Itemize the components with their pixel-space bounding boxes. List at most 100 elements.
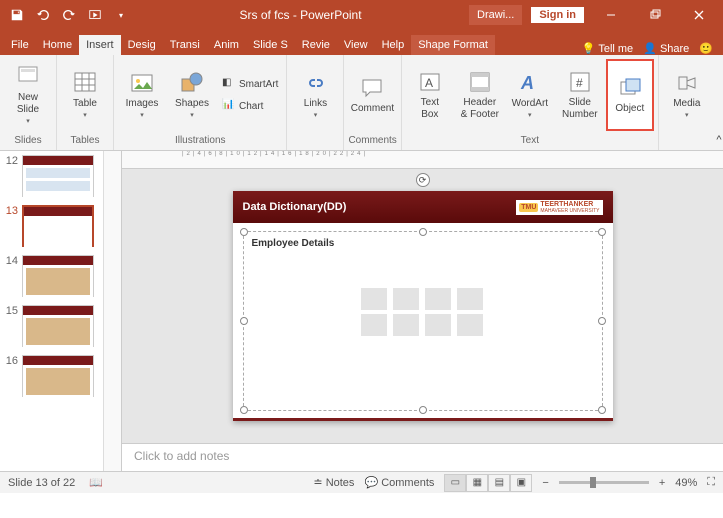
zoom-out-icon[interactable]: − bbox=[542, 477, 548, 489]
placeholder-icons[interactable] bbox=[361, 288, 485, 336]
shapes-button[interactable]: Shapes▾ bbox=[168, 59, 216, 131]
ruler-horizontal: |2|4|6|8|10|12|14|16|18|20|22|24| bbox=[122, 151, 723, 169]
comment-button[interactable]: Comment bbox=[348, 59, 396, 131]
handle-tr[interactable] bbox=[598, 228, 606, 236]
tab-shape-format[interactable]: Shape Format bbox=[411, 35, 495, 55]
slide-number-button[interactable]: # Slide Number bbox=[556, 59, 604, 131]
tab-view[interactable]: View bbox=[337, 35, 375, 55]
handle-mr[interactable] bbox=[598, 317, 606, 325]
zoom-level[interactable]: 49% bbox=[675, 477, 697, 489]
group-text: A Text Box Header & Footer A WordArt▾ # … bbox=[402, 55, 659, 150]
table-button[interactable]: Table▾ bbox=[61, 59, 109, 131]
spell-check-icon[interactable]: 📖 bbox=[89, 476, 103, 489]
group-label-slides: Slides bbox=[4, 133, 52, 148]
group-label-media bbox=[663, 133, 711, 148]
handle-tc[interactable] bbox=[419, 228, 427, 236]
tell-me-icon[interactable]: 💡 Tell me bbox=[582, 42, 633, 55]
emoji-icon[interactable]: 🙂 bbox=[699, 42, 713, 55]
tab-help[interactable]: Help bbox=[375, 35, 412, 55]
text-box-button[interactable]: A Text Box bbox=[406, 59, 454, 131]
status-bar: Slide 13 of 22 📖 ≐ Notes 💬 Comments ▭ ▦ … bbox=[0, 471, 723, 493]
tab-insert[interactable]: Insert bbox=[79, 35, 121, 55]
comment-icon bbox=[359, 75, 385, 101]
thumb-13: 13 bbox=[2, 205, 101, 247]
object-button[interactable]: Object bbox=[606, 59, 654, 131]
current-slide[interactable]: Data Dictionary(DD) TMU TEERTHANKERMAHAV… bbox=[233, 191, 613, 421]
handle-bc[interactable] bbox=[419, 406, 427, 414]
header-footer-button[interactable]: Header & Footer bbox=[456, 59, 504, 131]
fit-to-window-icon[interactable]: ⛶ bbox=[707, 476, 715, 489]
thumb-14: 14 bbox=[2, 255, 101, 297]
thumb-12: 12 bbox=[2, 155, 101, 197]
workspace: 12 13 14 15 16 |2|4|6|8|10|12|14|16|18|2… bbox=[0, 151, 723, 471]
group-slides: New Slide▾ Slides bbox=[0, 55, 57, 150]
context-tab-drawing[interactable]: Drawi... bbox=[469, 5, 522, 25]
zoom-in-icon[interactable]: + bbox=[659, 477, 665, 489]
content-placeholder[interactable]: Employee Details bbox=[243, 231, 603, 411]
slide-thumbnails[interactable]: 12 13 14 15 16 bbox=[0, 151, 104, 471]
tab-animations[interactable]: Anim bbox=[207, 35, 246, 55]
sign-in-button[interactable]: Sign in bbox=[530, 6, 585, 24]
insert-picture-icon bbox=[361, 314, 387, 336]
handle-bl[interactable] bbox=[240, 406, 248, 414]
undo-icon[interactable] bbox=[32, 4, 54, 26]
wordart-icon: A bbox=[517, 70, 543, 96]
tab-home[interactable]: Home bbox=[36, 35, 79, 55]
links-button[interactable]: Links▾ bbox=[291, 59, 339, 131]
notes-toggle[interactable]: ≐ Notes bbox=[313, 476, 354, 489]
share-button[interactable]: 👤 Share bbox=[643, 42, 689, 55]
sorter-view-icon[interactable]: ▦ bbox=[466, 474, 488, 492]
tab-file[interactable]: File bbox=[4, 35, 36, 55]
shapes-icon bbox=[179, 70, 205, 96]
group-comments: Comment Comments bbox=[344, 55, 401, 150]
window-title: Srs of fcs - PowerPoint bbox=[132, 8, 469, 22]
ribbon: New Slide▾ Slides Table▾ Tables Images▾ … bbox=[0, 55, 723, 151]
tab-transitions[interactable]: Transi bbox=[163, 35, 207, 55]
zoom-slider[interactable] bbox=[559, 481, 649, 484]
group-label-illustrations: Illustrations bbox=[118, 133, 282, 148]
object-icon bbox=[617, 75, 643, 101]
tab-design[interactable]: Desig bbox=[121, 35, 163, 55]
new-slide-button[interactable]: New Slide▾ bbox=[4, 59, 52, 131]
wordart-button[interactable]: A WordArt▾ bbox=[506, 59, 554, 131]
svg-text:A: A bbox=[425, 76, 433, 90]
save-icon[interactable] bbox=[6, 4, 28, 26]
group-links: Links▾ bbox=[287, 55, 344, 150]
handle-tl[interactable] bbox=[240, 228, 248, 236]
notes-pane[interactable]: Click to add notes bbox=[122, 443, 723, 471]
thumb-15: 15 bbox=[2, 305, 101, 347]
slideshow-view-icon[interactable]: ▣ bbox=[510, 474, 532, 492]
collapse-ribbon-icon[interactable]: ^ bbox=[715, 55, 723, 150]
title-bar: ▾ Srs of fcs - PowerPoint Drawi... Sign … bbox=[0, 0, 723, 30]
qa-more-icon[interactable]: ▾ bbox=[110, 4, 132, 26]
normal-view-icon[interactable]: ▭ bbox=[444, 474, 466, 492]
images-button[interactable]: Images▾ bbox=[118, 59, 166, 131]
restore-icon[interactable] bbox=[637, 4, 673, 26]
smartart-button[interactable]: ◧SmartArt bbox=[218, 74, 282, 94]
slide-title-bar: Data Dictionary(DD) TMU TEERTHANKERMAHAV… bbox=[233, 191, 613, 223]
comments-toggle[interactable]: 💬 Comments bbox=[364, 476, 434, 489]
media-icon bbox=[674, 70, 700, 96]
svg-text:#: # bbox=[576, 76, 583, 90]
slide-number-icon: # bbox=[567, 69, 593, 95]
tab-slideshow[interactable]: Slide S bbox=[246, 35, 295, 55]
tab-review[interactable]: Revie bbox=[295, 35, 337, 55]
start-from-beginning-icon[interactable] bbox=[84, 4, 106, 26]
redo-icon[interactable] bbox=[58, 4, 80, 26]
handle-br[interactable] bbox=[598, 406, 606, 414]
smartart-icon: ◧ bbox=[222, 77, 236, 91]
minimize-icon[interactable] bbox=[593, 4, 629, 26]
insert-smartart-icon bbox=[425, 288, 451, 310]
rotation-handle[interactable]: ⟳ bbox=[416, 173, 430, 187]
insert-video-icon bbox=[425, 314, 451, 336]
new-slide-icon bbox=[15, 64, 41, 90]
slide-counter[interactable]: Slide 13 of 22 bbox=[8, 477, 75, 489]
media-button[interactable]: Media▾ bbox=[663, 59, 711, 131]
slide-canvas[interactable]: Data Dictionary(DD) TMU TEERTHANKERMAHAV… bbox=[122, 169, 723, 443]
slide-title: Data Dictionary(DD) bbox=[243, 201, 347, 213]
close-icon[interactable] bbox=[681, 4, 717, 26]
reading-view-icon[interactable]: ▤ bbox=[488, 474, 510, 492]
group-label-text: Text bbox=[406, 133, 654, 148]
handle-ml[interactable] bbox=[240, 317, 248, 325]
chart-button[interactable]: 📊Chart bbox=[218, 96, 282, 116]
